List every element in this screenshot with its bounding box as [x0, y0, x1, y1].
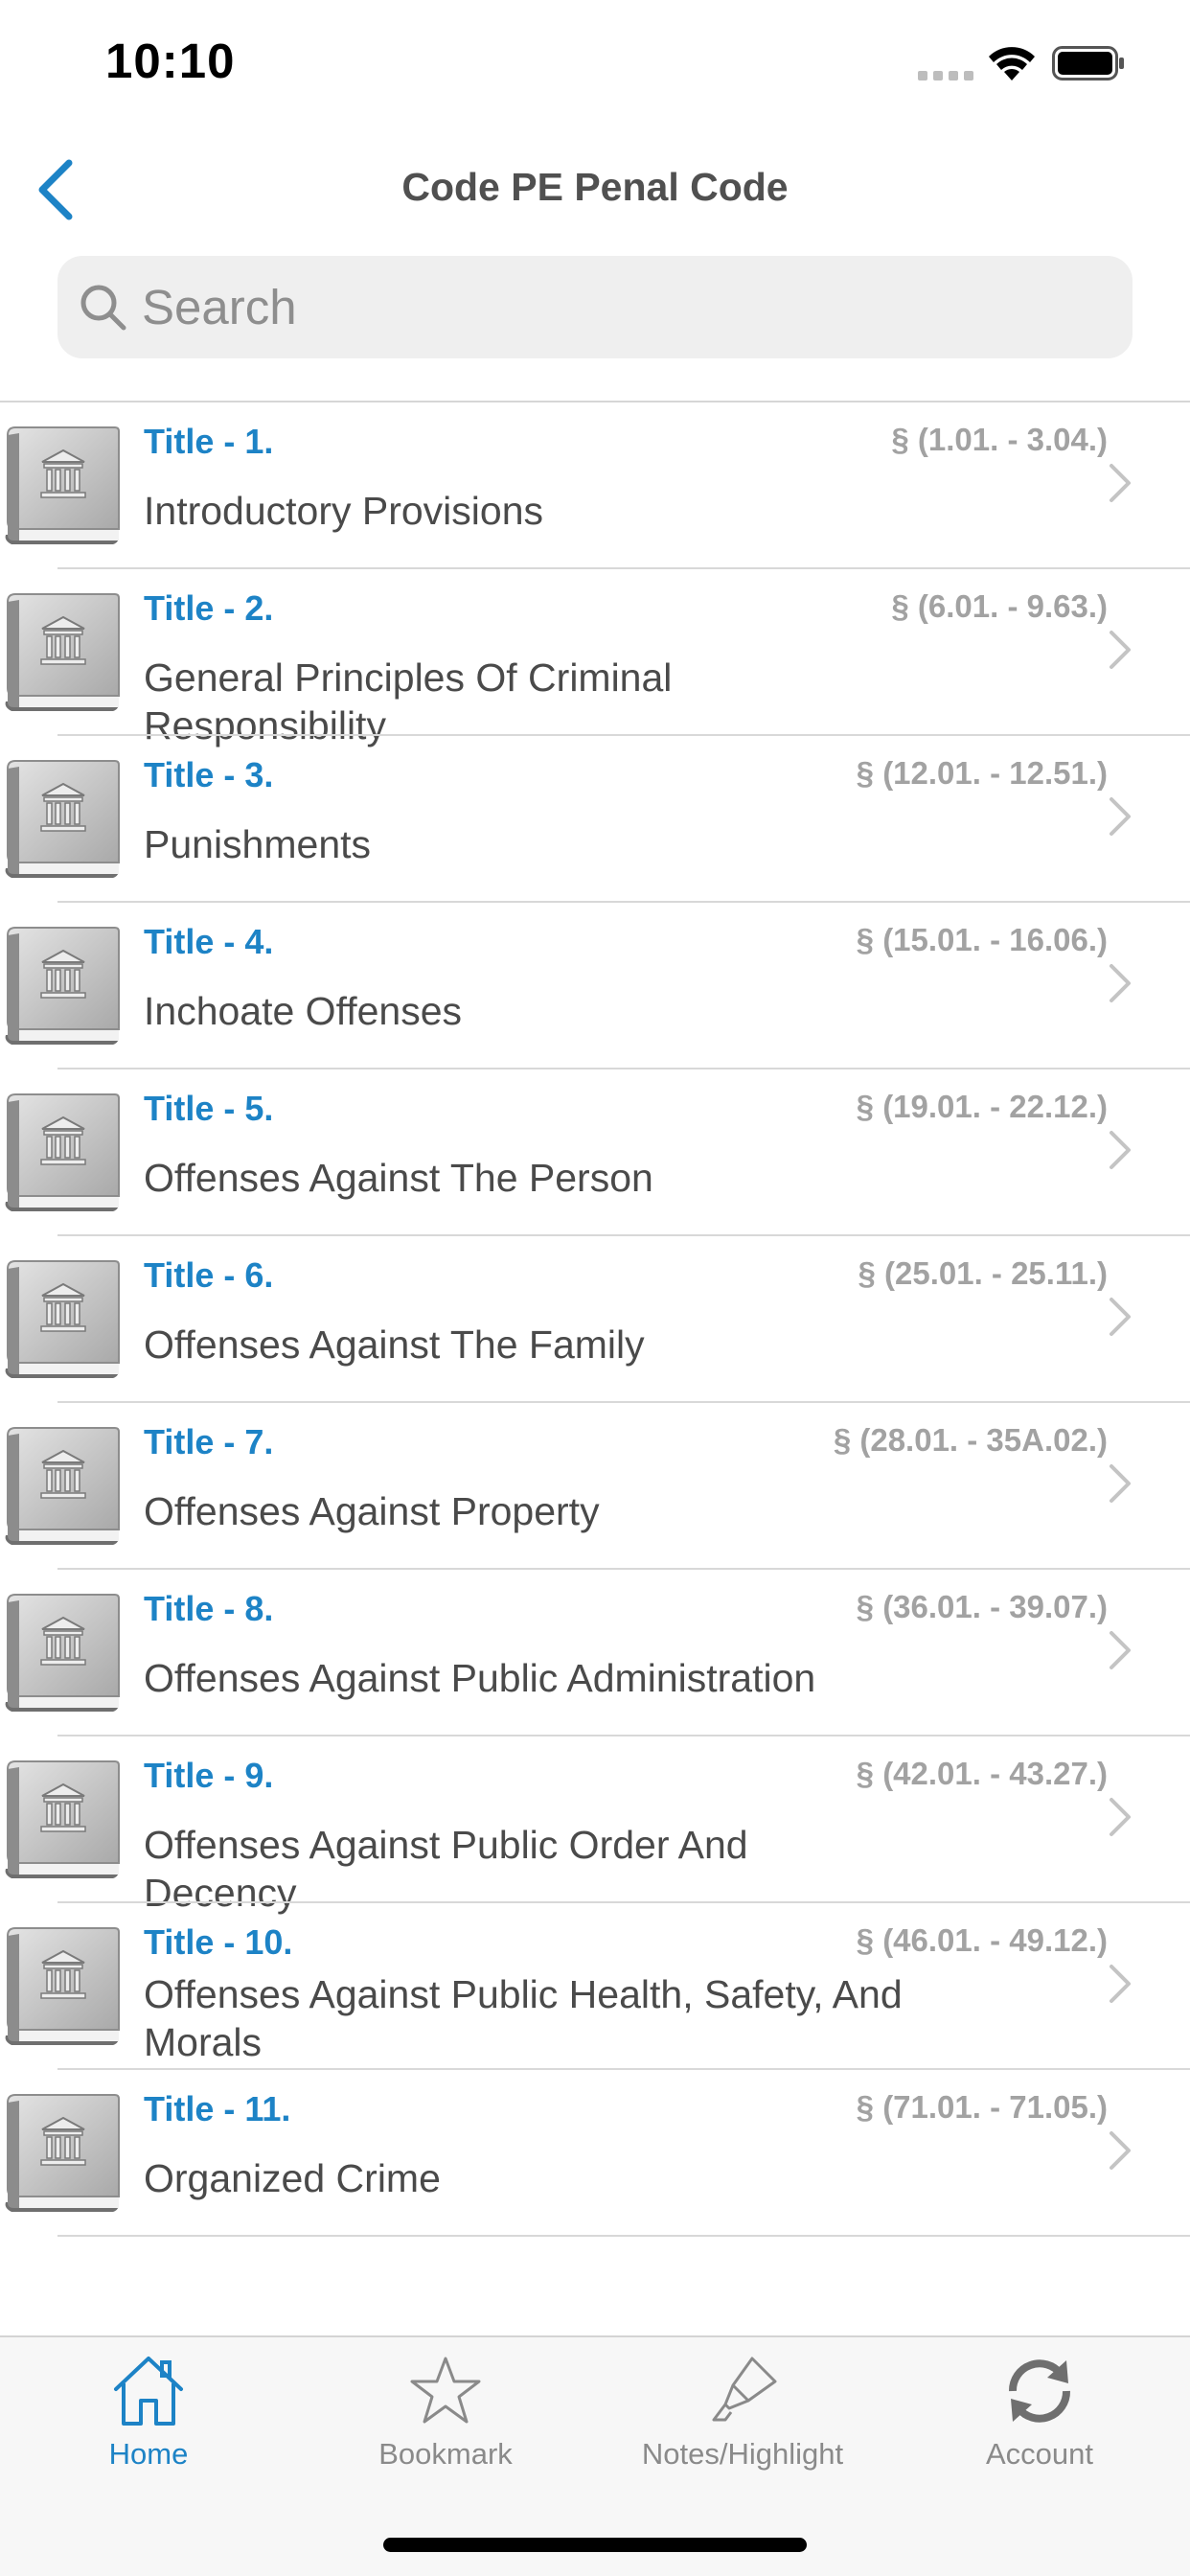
tab-bookmark[interactable]: Bookmark	[297, 2351, 594, 2495]
section-range: § (25.01. - 25.11.)	[858, 1255, 1108, 1291]
star-icon	[410, 2357, 481, 2424]
title-description: Inchoate Offenses	[144, 989, 463, 1033]
title-description: Punishments	[144, 822, 372, 866]
title-number: Title - 3.	[144, 755, 274, 794]
list-item[interactable]: Title - 9. § (42.01. - 43.27.) Offenses …	[0, 1736, 1190, 1915]
book-icon	[0, 1922, 123, 2051]
section-range: § (71.01. - 71.05.)	[856, 2089, 1108, 2125]
title-description: Offenses Against Property	[144, 1489, 600, 1533]
chevron-right-icon	[1108, 1296, 1133, 1338]
title-description: Organized Crime	[144, 2156, 441, 2200]
list-item[interactable]: Title - 10. § (46.01. - 49.12.) Offenses…	[0, 1903, 1190, 2070]
title-description: Offenses Against Public Administration	[144, 1656, 816, 1700]
chevron-right-icon	[1108, 1462, 1133, 1505]
chevron-right-icon	[1108, 1963, 1133, 2005]
tab-label: Account	[985, 2437, 1093, 2471]
book-icon	[0, 422, 123, 550]
list-item[interactable]: Title - 1. § (1.01. - 3.04.) Introductor…	[0, 402, 1190, 569]
search-input[interactable]	[142, 256, 1110, 358]
title-number: Title - 1.	[144, 422, 274, 461]
title-description: Offenses Against Public Order And Decenc…	[144, 1823, 748, 1915]
section-range: § (46.01. - 49.12.)	[856, 1922, 1108, 1958]
title-number: Title - 8.	[144, 1589, 274, 1628]
list-item[interactable]: Title - 4. § (15.01. - 16.06.) Inchoate …	[0, 903, 1190, 1070]
book-icon	[0, 1255, 123, 1384]
chevron-right-icon	[1108, 2129, 1133, 2172]
section-range: § (15.01. - 16.06.)	[856, 922, 1108, 957]
chevron-right-icon	[1108, 629, 1133, 671]
list-item[interactable]: Title - 2. § (6.01. - 9.63.) General Pri…	[0, 569, 1190, 748]
status-time: 10:10	[105, 34, 236, 88]
chevron-right-icon	[1108, 1629, 1133, 1671]
title-number: Title - 7.	[144, 1422, 274, 1461]
list-item[interactable]: Title - 5. § (19.01. - 22.12.) Offenses …	[0, 1070, 1190, 1236]
tab-label: Bookmark	[378, 2437, 513, 2471]
book-icon	[0, 1756, 123, 1884]
titles-list: Title - 1. § (1.01. - 3.04.) Introductor…	[0, 401, 1190, 2237]
home-icon	[114, 2357, 183, 2426]
book-icon	[0, 922, 123, 1050]
chevron-right-icon	[1108, 1129, 1133, 1171]
chevron-right-icon	[1108, 795, 1133, 838]
title-number: Title - 11.	[144, 2089, 291, 2128]
list-item[interactable]: Title - 7. § (28.01. - 35A.02.) Offenses…	[0, 1403, 1190, 1570]
chevron-right-icon	[1108, 962, 1133, 1004]
battery-icon	[1052, 46, 1124, 80]
search-bar[interactable]	[57, 256, 1133, 358]
chevron-right-icon	[1108, 1796, 1133, 1838]
title-number: Title - 9.	[144, 1756, 274, 1795]
chevron-right-icon	[1108, 462, 1133, 504]
list-item[interactable]: Title - 3. § (12.01. - 12.51.) Punishmen…	[0, 736, 1190, 903]
section-range: § (1.01. - 3.04.)	[891, 422, 1108, 457]
status-bar: 10:10	[0, 0, 1190, 129]
title-number: Title - 6.	[144, 1255, 274, 1295]
tab-label: Notes/Highlight	[641, 2437, 844, 2471]
sync-icon	[1008, 2359, 1071, 2423]
book-icon	[0, 2089, 123, 2218]
tab-home[interactable]: Home	[0, 2351, 297, 2495]
section-range: § (6.01. - 9.63.)	[891, 588, 1108, 624]
title-description: Introductory Provisions	[144, 489, 544, 533]
section-range: § (12.01. - 12.51.)	[856, 755, 1108, 791]
title-number: Title - 10.	[144, 1922, 293, 1962]
list-item[interactable]: Title - 6. § (25.01. - 25.11.) Offenses …	[0, 1236, 1190, 1403]
title-description: General Principles Of Criminal Responsib…	[144, 656, 673, 748]
section-range: § (42.01. - 43.27.)	[856, 1756, 1108, 1791]
wifi-icon	[989, 47, 1035, 80]
title-description: Offenses Against Public Health, Safety, …	[144, 1972, 903, 2064]
home-indicator[interactable]	[383, 2538, 807, 2552]
search-icon	[80, 285, 126, 331]
title-number: Title - 4.	[144, 922, 274, 961]
title-number: Title - 2.	[144, 588, 274, 628]
highlighter-icon	[712, 2357, 777, 2422]
title-description: Offenses Against The Family	[144, 1322, 645, 1367]
book-icon	[0, 588, 123, 717]
page-title: Code PE Penal Code	[401, 165, 789, 209]
tab-label: Home	[108, 2437, 189, 2471]
section-range: § (36.01. - 39.07.)	[856, 1589, 1108, 1624]
book-icon	[0, 1422, 123, 1551]
tab-notes-highlight[interactable]: Notes/Highlight	[594, 2351, 891, 2495]
book-icon	[0, 1089, 123, 1217]
book-icon	[0, 755, 123, 884]
book-icon	[0, 1589, 123, 1717]
tab-account[interactable]: Account	[891, 2351, 1188, 2495]
list-item[interactable]: Title - 11. § (71.01. - 71.05.) Organize…	[0, 2070, 1190, 2237]
list-item[interactable]: Title - 8. § (36.01. - 39.07.) Offenses …	[0, 1570, 1190, 1736]
section-range: § (19.01. - 22.12.)	[856, 1089, 1108, 1124]
title-description: Offenses Against The Person	[144, 1156, 653, 1200]
cellular-signal-icon	[918, 71, 973, 80]
title-number: Title - 5.	[144, 1089, 274, 1128]
section-range: § (28.01. - 35A.02.)	[833, 1422, 1108, 1458]
